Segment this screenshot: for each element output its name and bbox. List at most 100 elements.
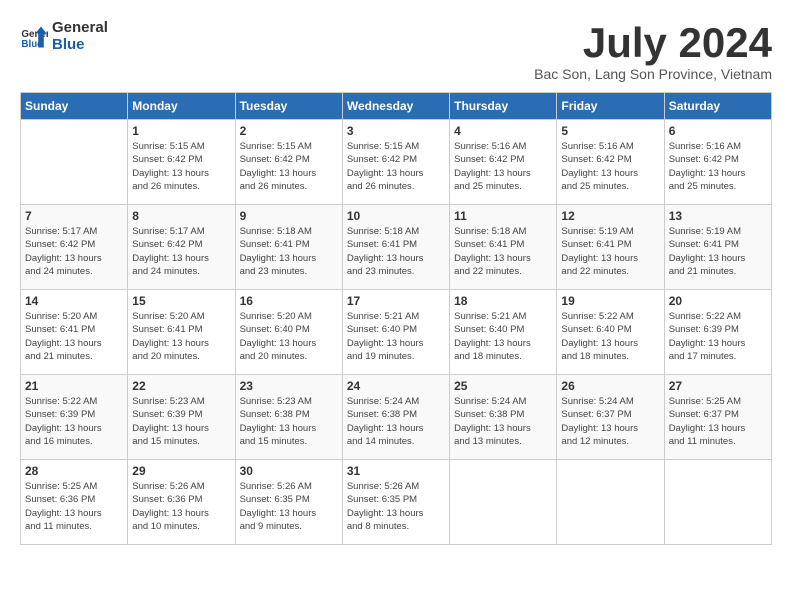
logo-text-blue: Blue [52, 37, 108, 54]
day-info: Sunrise: 5:20 AM Sunset: 6:41 PM Dayligh… [25, 310, 123, 363]
day-number: 8 [132, 209, 230, 223]
calendar-cell [450, 460, 557, 545]
day-header-friday: Friday [557, 93, 664, 120]
calendar-cell: 8 Sunrise: 5:17 AM Sunset: 6:42 PM Daylig… [128, 205, 235, 290]
day-number: 12 [561, 209, 659, 223]
day-info: Sunrise: 5:22 AM Sunset: 6:39 PM Dayligh… [669, 310, 767, 363]
calendar-cell [21, 120, 128, 205]
day-number: 5 [561, 124, 659, 138]
day-number: 6 [669, 124, 767, 138]
day-info: Sunrise: 5:25 AM Sunset: 6:36 PM Dayligh… [25, 480, 123, 533]
day-number: 15 [132, 294, 230, 308]
calendar-cell: 12 Sunrise: 5:19 AM Sunset: 6:41 PM Dayli… [557, 205, 664, 290]
calendar-cell: 31Sunrise: 5:26 AM Sunset: 6:35 PM Dayli… [342, 460, 449, 545]
day-info: Sunrise: 5:18 AM Sunset: 6:41 PM Dayligh… [454, 225, 552, 278]
calendar-cell: 2 Sunrise: 5:15 AM Sunset: 6:42 PM Daylig… [235, 120, 342, 205]
day-number: 27 [669, 379, 767, 393]
day-info: Sunrise: 5:21 AM Sunset: 6:40 PM Dayligh… [347, 310, 445, 363]
day-number: 7 [25, 209, 123, 223]
calendar-cell: 30 Sunrise: 5:26 AM Sunset: 6:35 PM Dayli… [235, 460, 342, 545]
calendar-cell: 16 Sunrise: 5:20 AM Sunset: 6:40 PM Dayli… [235, 290, 342, 375]
day-info: Sunrise: 5:16 AM Sunset: 6:42 PM Dayligh… [669, 140, 767, 193]
calendar-cell: 10Sunrise: 5:18 AM Sunset: 6:41 PM Dayli… [342, 205, 449, 290]
day-number: 21 [25, 379, 123, 393]
day-header-saturday: Saturday [664, 93, 771, 120]
week-row-1: 1 Sunrise: 5:15 AM Sunset: 6:42 PM Daylig… [21, 120, 772, 205]
day-info: Sunrise: 5:15 AM Sunset: 6:42 PM Dayligh… [347, 140, 445, 193]
calendar-title: July 2024 [534, 20, 772, 66]
day-info: Sunrise: 5:20 AM Sunset: 6:41 PM Dayligh… [132, 310, 230, 363]
day-info: Sunrise: 5:24 AM Sunset: 6:38 PM Dayligh… [454, 395, 552, 448]
logo-icon: General Blue [20, 23, 48, 51]
week-row-5: 28Sunrise: 5:25 AM Sunset: 6:36 PM Dayli… [21, 460, 772, 545]
day-number: 25 [454, 379, 552, 393]
day-info: Sunrise: 5:22 AM Sunset: 6:40 PM Dayligh… [561, 310, 659, 363]
calendar-cell: 21 Sunrise: 5:22 AM Sunset: 6:39 PM Dayli… [21, 375, 128, 460]
day-info: Sunrise: 5:18 AM Sunset: 6:41 PM Dayligh… [240, 225, 338, 278]
day-number: 30 [240, 464, 338, 478]
calendar-cell: 19 Sunrise: 5:22 AM Sunset: 6:40 PM Dayli… [557, 290, 664, 375]
calendar-cell: 20 Sunrise: 5:22 AM Sunset: 6:39 PM Dayli… [664, 290, 771, 375]
day-number: 22 [132, 379, 230, 393]
calendar-cell: 5 Sunrise: 5:16 AM Sunset: 6:42 PM Daylig… [557, 120, 664, 205]
day-info: Sunrise: 5:16 AM Sunset: 6:42 PM Dayligh… [561, 140, 659, 193]
day-info: Sunrise: 5:23 AM Sunset: 6:39 PM Dayligh… [132, 395, 230, 448]
day-info: Sunrise: 5:21 AM Sunset: 6:40 PM Dayligh… [454, 310, 552, 363]
calendar-cell: 23Sunrise: 5:23 AM Sunset: 6:38 PM Dayli… [235, 375, 342, 460]
day-number: 13 [669, 209, 767, 223]
calendar-cell: 18Sunrise: 5:21 AM Sunset: 6:40 PM Dayli… [450, 290, 557, 375]
calendar-cell: 29Sunrise: 5:26 AM Sunset: 6:36 PM Dayli… [128, 460, 235, 545]
day-info: Sunrise: 5:26 AM Sunset: 6:35 PM Dayligh… [347, 480, 445, 533]
day-info: Sunrise: 5:15 AM Sunset: 6:42 PM Dayligh… [240, 140, 338, 193]
day-header-monday: Monday [128, 93, 235, 120]
week-row-3: 14Sunrise: 5:20 AM Sunset: 6:41 PM Dayli… [21, 290, 772, 375]
day-header-thursday: Thursday [450, 93, 557, 120]
logo-text-general: General [52, 20, 108, 37]
day-info: Sunrise: 5:26 AM Sunset: 6:36 PM Dayligh… [132, 480, 230, 533]
day-number: 20 [669, 294, 767, 308]
calendar-cell: 22 Sunrise: 5:23 AM Sunset: 6:39 PM Dayli… [128, 375, 235, 460]
header-row: SundayMondayTuesdayWednesdayThursdayFrid… [21, 93, 772, 120]
day-number: 2 [240, 124, 338, 138]
day-number: 3 [347, 124, 445, 138]
day-number: 1 [132, 124, 230, 138]
day-info: Sunrise: 5:22 AM Sunset: 6:39 PM Dayligh… [25, 395, 123, 448]
week-row-4: 21 Sunrise: 5:22 AM Sunset: 6:39 PM Dayli… [21, 375, 772, 460]
calendar-cell: 15 Sunrise: 5:20 AM Sunset: 6:41 PM Dayli… [128, 290, 235, 375]
day-number: 4 [454, 124, 552, 138]
day-number: 26 [561, 379, 659, 393]
day-info: Sunrise: 5:19 AM Sunset: 6:41 PM Dayligh… [669, 225, 767, 278]
header: General Blue General Blue July 2024 Bac … [20, 20, 772, 82]
day-info: Sunrise: 5:19 AM Sunset: 6:41 PM Dayligh… [561, 225, 659, 278]
day-info: Sunrise: 5:20 AM Sunset: 6:40 PM Dayligh… [240, 310, 338, 363]
calendar-cell: 26 Sunrise: 5:24 AM Sunset: 6:37 PM Dayli… [557, 375, 664, 460]
calendar-cell: 17 Sunrise: 5:21 AM Sunset: 6:40 PM Dayli… [342, 290, 449, 375]
day-number: 23 [240, 379, 338, 393]
day-number: 17 [347, 294, 445, 308]
day-header-wednesday: Wednesday [342, 93, 449, 120]
calendar-cell: 1 Sunrise: 5:15 AM Sunset: 6:42 PM Daylig… [128, 120, 235, 205]
calendar-cell [664, 460, 771, 545]
week-row-2: 7 Sunrise: 5:17 AM Sunset: 6:42 PM Daylig… [21, 205, 772, 290]
calendar-cell: 24Sunrise: 5:24 AM Sunset: 6:38 PM Dayli… [342, 375, 449, 460]
calendar-cell: 6 Sunrise: 5:16 AM Sunset: 6:42 PM Daylig… [664, 120, 771, 205]
calendar-table: SundayMondayTuesdayWednesdayThursdayFrid… [20, 92, 772, 545]
day-info: Sunrise: 5:24 AM Sunset: 6:37 PM Dayligh… [561, 395, 659, 448]
day-info: Sunrise: 5:17 AM Sunset: 6:42 PM Dayligh… [132, 225, 230, 278]
calendar-cell: 3 Sunrise: 5:15 AM Sunset: 6:42 PM Daylig… [342, 120, 449, 205]
day-header-tuesday: Tuesday [235, 93, 342, 120]
day-info: Sunrise: 5:15 AM Sunset: 6:42 PM Dayligh… [132, 140, 230, 193]
day-header-sunday: Sunday [21, 93, 128, 120]
day-number: 16 [240, 294, 338, 308]
calendar-cell: 28Sunrise: 5:25 AM Sunset: 6:36 PM Dayli… [21, 460, 128, 545]
day-number: 19 [561, 294, 659, 308]
day-info: Sunrise: 5:18 AM Sunset: 6:41 PM Dayligh… [347, 225, 445, 278]
calendar-cell: 11Sunrise: 5:18 AM Sunset: 6:41 PM Dayli… [450, 205, 557, 290]
day-info: Sunrise: 5:24 AM Sunset: 6:38 PM Dayligh… [347, 395, 445, 448]
calendar-cell: 13 Sunrise: 5:19 AM Sunset: 6:41 PM Dayli… [664, 205, 771, 290]
calendar-cell: 4Sunrise: 5:16 AM Sunset: 6:42 PM Daylig… [450, 120, 557, 205]
day-info: Sunrise: 5:26 AM Sunset: 6:35 PM Dayligh… [240, 480, 338, 533]
calendar-subtitle: Bac Son, Lang Son Province, Vietnam [534, 66, 772, 82]
calendar-cell: 14Sunrise: 5:20 AM Sunset: 6:41 PM Dayli… [21, 290, 128, 375]
title-block: July 2024 Bac Son, Lang Son Province, Vi… [534, 20, 772, 82]
